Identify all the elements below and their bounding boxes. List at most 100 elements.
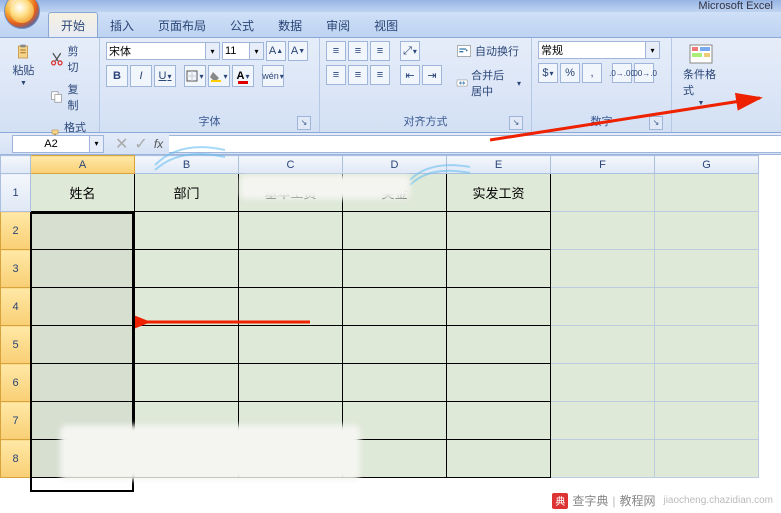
tab-formula[interactable]: 公式 [218, 13, 266, 37]
cell[interactable] [239, 288, 343, 326]
number-dialog-launcher[interactable]: ↘ [649, 116, 663, 130]
font-size-combo[interactable]: ▾ [222, 42, 264, 60]
borders-button[interactable] [184, 65, 206, 87]
cell[interactable] [31, 250, 135, 288]
cell[interactable] [31, 326, 135, 364]
align-middle-button[interactable]: ≡ [348, 41, 368, 61]
cell[interactable] [135, 326, 239, 364]
increase-indent-button[interactable]: ⇥ [422, 65, 442, 85]
conditional-format-button[interactable]: 条件格式 ▼ [680, 41, 722, 110]
cell-G1[interactable] [655, 174, 759, 212]
cell[interactable] [447, 250, 551, 288]
col-header-A[interactable]: A [31, 156, 135, 174]
cell[interactable] [655, 250, 759, 288]
cell[interactable] [135, 212, 239, 250]
cell[interactable] [343, 288, 447, 326]
phonetic-button[interactable]: wén [262, 65, 284, 87]
grow-font-button[interactable]: A▲ [266, 41, 286, 61]
cell[interactable] [447, 440, 551, 478]
cell-E1[interactable]: 实发工资 [447, 174, 551, 212]
cell[interactable] [447, 326, 551, 364]
paste-button[interactable]: 粘贴 ▼ [6, 41, 41, 90]
align-bottom-button[interactable]: ≡ [370, 41, 390, 61]
align-right-button[interactable]: ≡ [370, 65, 390, 85]
cell[interactable] [135, 364, 239, 402]
font-color-button[interactable]: A [232, 65, 254, 87]
name-box-dropdown[interactable]: ▾ [90, 135, 104, 153]
col-header-C[interactable]: C [239, 156, 343, 174]
tab-view[interactable]: 视图 [362, 13, 410, 37]
alignment-dialog-launcher[interactable]: ↘ [509, 116, 523, 130]
align-left-button[interactable]: ≡ [326, 65, 346, 85]
col-header-B[interactable]: B [135, 156, 239, 174]
font-dialog-launcher[interactable]: ↘ [297, 116, 311, 130]
cell[interactable] [135, 250, 239, 288]
tab-home[interactable]: 开始 [48, 12, 98, 37]
comma-button[interactable]: , [582, 63, 602, 83]
cell[interactable] [343, 326, 447, 364]
row-header-2[interactable]: 2 [1, 212, 31, 250]
row-header-1[interactable]: 1 [1, 174, 31, 212]
col-header-E[interactable]: E [447, 156, 551, 174]
cell-F1[interactable] [551, 174, 655, 212]
shrink-font-button[interactable]: A▼ [288, 41, 308, 61]
formula-input[interactable] [169, 135, 781, 153]
tab-insert[interactable]: 插入 [98, 13, 146, 37]
font-family-combo[interactable]: ▾ [106, 42, 220, 60]
cell[interactable] [447, 288, 551, 326]
cell[interactable] [343, 212, 447, 250]
cell[interactable] [551, 440, 655, 478]
cell[interactable] [655, 326, 759, 364]
cell[interactable] [239, 250, 343, 288]
decrease-decimal-button[interactable]: .00→.0 [634, 63, 654, 83]
cell[interactable] [239, 364, 343, 402]
select-all-corner[interactable] [1, 156, 31, 174]
cell[interactable] [655, 212, 759, 250]
percent-button[interactable]: % [560, 63, 580, 83]
row-header-6[interactable]: 6 [1, 364, 31, 402]
name-box[interactable] [12, 135, 90, 153]
accounting-format-button[interactable]: $ [538, 63, 558, 83]
italic-button[interactable]: I [130, 65, 152, 87]
cell[interactable] [447, 402, 551, 440]
decrease-indent-button[interactable]: ⇤ [400, 65, 420, 85]
cell[interactable] [135, 288, 239, 326]
row-header-8[interactable]: 8 [1, 440, 31, 478]
cell[interactable] [31, 288, 135, 326]
cell[interactable] [551, 288, 655, 326]
cell[interactable] [31, 364, 135, 402]
increase-decimal-button[interactable]: .0→.00 [612, 63, 632, 83]
enter-icon[interactable]: ✓ [134, 134, 147, 154]
cut-button[interactable]: 剪切 [45, 41, 93, 77]
col-header-D[interactable]: D [343, 156, 447, 174]
cell[interactable] [655, 288, 759, 326]
row-header-4[interactable]: 4 [1, 288, 31, 326]
fill-color-button[interactable] [208, 65, 230, 87]
number-format-combo[interactable]: ▾ [538, 41, 660, 59]
col-header-G[interactable]: G [655, 156, 759, 174]
row-header-7[interactable]: 7 [1, 402, 31, 440]
row-header-5[interactable]: 5 [1, 326, 31, 364]
cell-A1[interactable]: 姓名 [31, 174, 135, 212]
cell[interactable] [551, 326, 655, 364]
cell[interactable] [551, 364, 655, 402]
cell[interactable] [343, 250, 447, 288]
row-header-3[interactable]: 3 [1, 250, 31, 288]
copy-button[interactable]: 复制 [45, 79, 93, 115]
fx-icon[interactable]: fx [154, 137, 163, 151]
cell[interactable] [239, 212, 343, 250]
cell[interactable] [551, 402, 655, 440]
bold-button[interactable]: B [106, 65, 128, 87]
cell[interactable] [447, 364, 551, 402]
cell[interactable] [239, 326, 343, 364]
col-header-F[interactable]: F [551, 156, 655, 174]
underline-button[interactable]: U [154, 65, 176, 87]
cell-A2[interactable] [31, 212, 135, 250]
merge-center-button[interactable]: 合并后居中 [452, 65, 525, 101]
wrap-text-button[interactable]: 自动换行 [452, 41, 525, 61]
cell-B1[interactable]: 部门 [135, 174, 239, 212]
cell[interactable] [447, 212, 551, 250]
cell[interactable] [655, 440, 759, 478]
orientation-button[interactable]: ⤢ [400, 41, 420, 61]
tab-data[interactable]: 数据 [266, 13, 314, 37]
